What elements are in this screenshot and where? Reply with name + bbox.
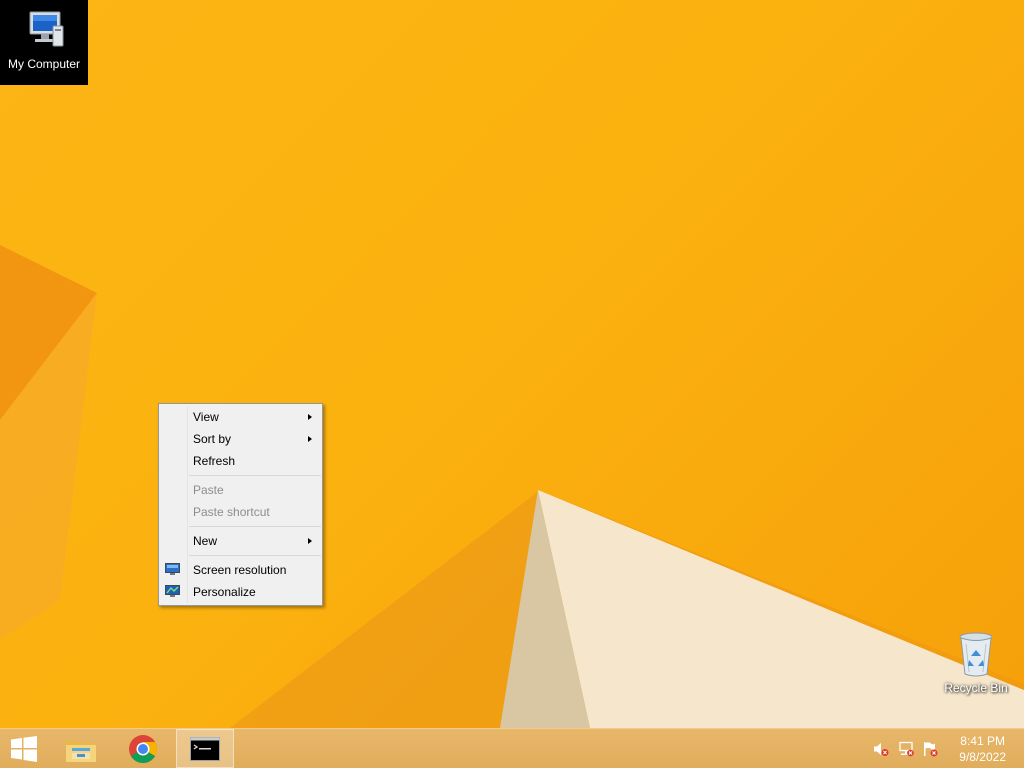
menu-item-paste-shortcut: Paste shortcut [159, 501, 322, 523]
monitor-icon [165, 563, 180, 575]
my-computer-label: My Computer [7, 57, 81, 71]
menu-separator [189, 526, 321, 527]
menu-item-sort-by[interactable]: Sort by [159, 428, 322, 450]
recycle-bin-icon [959, 632, 993, 677]
personalize-icon [165, 585, 180, 597]
menu-item-new[interactable]: New [159, 530, 322, 552]
menu-item-label: Refresh [193, 454, 236, 468]
taskbar: 8:41 PM 9/8/2022 [0, 728, 1024, 768]
start-button[interactable] [0, 729, 48, 768]
speaker-muted-icon[interactable] [873, 741, 889, 757]
menu-item-view[interactable]: View [159, 406, 322, 428]
menu-item-label: Sort by [193, 432, 232, 446]
menu-separator [189, 555, 321, 556]
network-error-icon[interactable] [898, 741, 914, 757]
menu-item-label: Paste [193, 483, 224, 497]
menu-item-label: View [193, 410, 219, 424]
menu-item-screen-resolution[interactable]: Screen resolution [159, 559, 322, 581]
wallpaper-shapes [0, 245, 1024, 728]
submenu-arrow-icon [308, 414, 312, 420]
desktop-context-menu: View Sort by Refresh Paste Paste shortcu… [158, 403, 323, 606]
command-prompt-taskbar-button[interactable] [176, 729, 234, 768]
submenu-arrow-icon [308, 436, 312, 442]
recycle-bin-desktop-icon[interactable]: Recycle Bin [940, 630, 1012, 695]
file-explorer-taskbar-button[interactable] [52, 729, 110, 768]
chrome-icon [129, 734, 157, 763]
menu-item-label: Personalize [193, 585, 256, 599]
file-explorer-icon [66, 739, 96, 762]
recycle-bin-label: Recycle Bin [944, 681, 1008, 695]
submenu-arrow-icon [308, 538, 312, 544]
my-computer-desktop-icon[interactable]: My Computer [0, 0, 88, 85]
menu-item-paste: Paste [159, 479, 322, 501]
menu-item-label: Screen resolution [193, 563, 287, 577]
menu-item-label: New [193, 534, 218, 548]
action-center-flag-icon[interactable] [922, 741, 938, 757]
menu-separator [189, 475, 321, 476]
clock-date: 9/8/2022 [959, 750, 1006, 764]
command-prompt-icon [190, 736, 220, 761]
chrome-taskbar-button[interactable] [114, 729, 172, 768]
desktop[interactable]: My Computer Recycle Bin View Sort by Ref… [0, 0, 1024, 728]
windows-logo-icon [11, 735, 37, 762]
menu-item-label: Paste shortcut [193, 505, 270, 519]
computer-icon [29, 11, 64, 47]
menu-item-personalize[interactable]: Personalize [159, 581, 322, 603]
clock-time: 8:41 PM [960, 734, 1005, 748]
taskbar-clock[interactable]: 8:41 PM 9/8/2022 [959, 733, 1006, 765]
menu-item-refresh[interactable]: Refresh [159, 450, 322, 472]
